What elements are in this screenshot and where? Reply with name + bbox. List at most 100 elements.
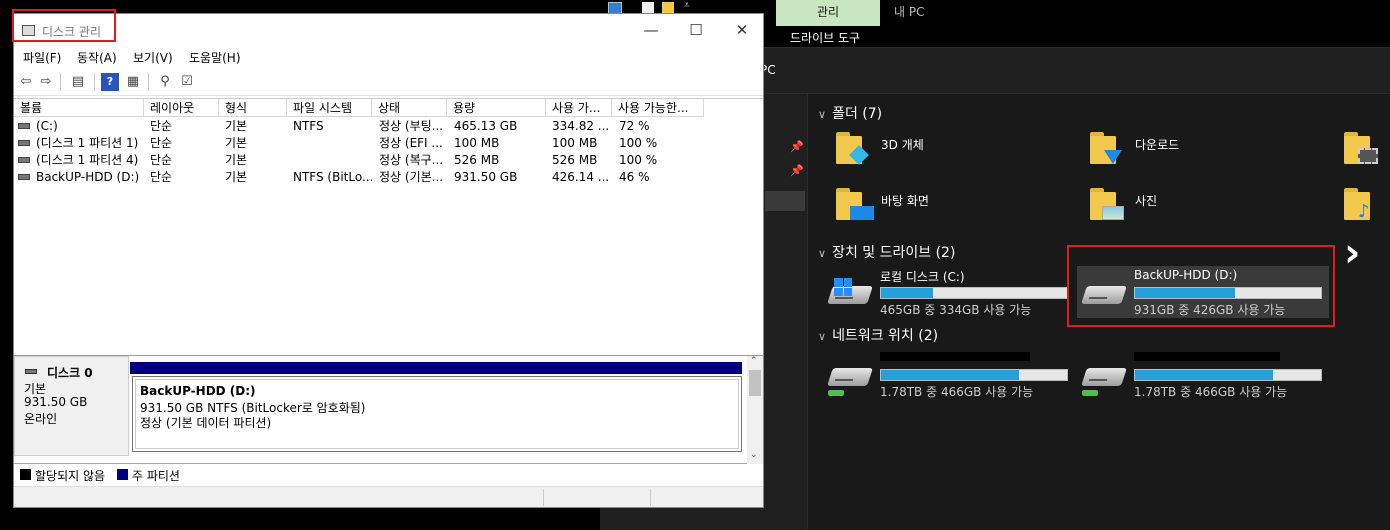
legend-primary: 주 파티션 bbox=[132, 469, 180, 483]
redacted-name bbox=[1134, 352, 1280, 361]
volume-list[interactable]: 볼륨 레이아웃 형식 파일 시스템 상태 용량 사용 가... 사용 가능한..… bbox=[14, 98, 763, 356]
folder-label[interactable]: 다운로드 bbox=[1135, 136, 1179, 153]
cell-status: 정상 (부팅... bbox=[379, 119, 444, 133]
primary-partition-bar bbox=[130, 362, 742, 374]
nav-item-selected[interactable] bbox=[765, 191, 805, 211]
cell-type: 기본 bbox=[225, 119, 248, 133]
col-layout[interactable]: 레이아웃 bbox=[144, 99, 219, 117]
drive-free-space: 1.78TB 중 466GB 사용 가능 bbox=[1134, 385, 1288, 399]
menu-help[interactable]: 도움말(H) bbox=[189, 49, 241, 66]
settings-view-icon[interactable]: ☑ bbox=[178, 73, 196, 91]
col-status[interactable]: 상태 bbox=[372, 99, 447, 117]
col-filesystem[interactable]: 파일 시스템 bbox=[287, 99, 372, 117]
partition-state: 정상 (기본 데이터 파티션) bbox=[140, 416, 272, 430]
partition-d[interactable]: BackUP-HDD (D:) 931.50 GB NTFS (BitLocke… bbox=[132, 376, 742, 452]
disk-0-label[interactable]: 디스크 0 기본 931.50 GB 온라인 bbox=[14, 356, 129, 456]
titlebar[interactable]: 디스크 관리 — ☐ ✕ bbox=[14, 14, 763, 46]
scroll-up-icon[interactable]: ⌃ bbox=[750, 356, 758, 366]
folder-downloads-icon[interactable] bbox=[1090, 132, 1124, 164]
network-drive-2[interactable]: 1.78TB 중 466GB 사용 가능 bbox=[1081, 350, 1332, 400]
legend-unallocated: 할당되지 않음 bbox=[35, 469, 106, 483]
cell-status: 정상 (EFI ... bbox=[379, 136, 443, 150]
tab-manage[interactable]: 관리 bbox=[776, 0, 880, 26]
table-row[interactable]: (디스크 1 파티션 4) 단순 기본 정상 (복구... 526 MB 526 MB 10… bbox=[14, 152, 763, 168]
help-icon[interactable]: ? bbox=[101, 73, 119, 91]
list-view-icon[interactable]: ▤ bbox=[69, 73, 87, 91]
cell-layout: 단순 bbox=[150, 170, 173, 184]
cell-free-pct: 100 % bbox=[619, 153, 658, 167]
cell-free: 100 MB bbox=[552, 136, 598, 150]
menu-view[interactable]: 보기(V) bbox=[133, 49, 173, 66]
menu-file[interactable]: 파일(F) bbox=[23, 49, 61, 66]
col-free-pct[interactable]: 사용 가능한... bbox=[612, 99, 704, 117]
maximize-button[interactable]: ☐ bbox=[686, 20, 706, 40]
drive-usage-bar bbox=[880, 287, 1068, 299]
chevron-down-icon: ∨ bbox=[818, 330, 827, 343]
table-row[interactable]: BackUP-HDD (D:) 단순 기본 NTFS (BitLo... 정상 (기본.… bbox=[14, 169, 763, 185]
chevron-down-icon: ∨ bbox=[818, 247, 827, 260]
tab-this-pc[interactable]: 내 PC bbox=[894, 0, 924, 26]
disk-management-window: 디스크 관리 — ☐ ✕ 파일(F) 동작(A) 보기(V) 도움말(H) ⇦ … bbox=[13, 13, 764, 508]
forward-arrow-icon[interactable]: ⇨ bbox=[37, 73, 55, 91]
scroll-thumb[interactable] bbox=[749, 370, 761, 396]
toolbar: ⇦ ⇨ ▤ ? ▦ ⚲ ☑ bbox=[14, 68, 763, 96]
partition-name: BackUP-HDD (D:) bbox=[140, 384, 256, 398]
menu-action[interactable]: 동작(A) bbox=[77, 49, 117, 66]
back-arrow-icon[interactable]: ⇦ bbox=[17, 73, 35, 91]
table-row[interactable]: (디스크 1 파티션 1) 단순 기본 정상 (EFI ... 100 MB 100 MB… bbox=[14, 135, 763, 151]
drive-c[interactable]: 로컬 디스크 (C:) 465GB 중 334GB 사용 가능 bbox=[827, 268, 1078, 318]
volume-icon bbox=[18, 174, 30, 180]
col-volume[interactable]: 볼륨 bbox=[14, 99, 144, 117]
drive-usage-fill bbox=[881, 288, 934, 298]
status-bar bbox=[14, 486, 763, 507]
properties-view-icon[interactable]: ▦ bbox=[124, 73, 142, 91]
tab-drive-tools[interactable]: 드라이브 도구 bbox=[790, 29, 860, 46]
highlight-title bbox=[12, 9, 116, 42]
chevron-down-icon: ∨ bbox=[818, 108, 827, 121]
cell-type: 기본 bbox=[225, 136, 248, 150]
windows-logo-icon bbox=[834, 278, 852, 296]
devices-section-title: 장치 및 드라이브 (2) bbox=[832, 245, 956, 261]
folder-pictures-icon[interactable] bbox=[1090, 188, 1124, 220]
col-free[interactable]: 사용 가... bbox=[546, 99, 612, 117]
network-drive-icon bbox=[1081, 368, 1127, 386]
folders-section-header[interactable]: ∨ 폴더 (7) bbox=[818, 103, 882, 123]
cell-capacity: 465.13 GB bbox=[454, 119, 518, 133]
col-capacity[interactable]: 용량 bbox=[447, 99, 546, 117]
unallocated-swatch bbox=[20, 469, 31, 480]
drive-free-space: 465GB 중 334GB 사용 가능 bbox=[880, 303, 1032, 317]
cell-status: 정상 (복구... bbox=[379, 153, 444, 167]
customize-dropdown-icon[interactable]: ⩡ bbox=[684, 0, 690, 11]
network-section-header[interactable]: ∨ 네트워크 위치 (2) bbox=[818, 325, 938, 345]
next-arrow-icon: › bbox=[1344, 230, 1361, 276]
cell-status: 정상 (기본... bbox=[379, 170, 444, 184]
connect-icon[interactable]: ⚲ bbox=[156, 73, 174, 91]
devices-section-header[interactable]: ∨ 장치 및 드라이브 (2) bbox=[818, 242, 955, 262]
close-button[interactable]: ✕ bbox=[732, 20, 752, 40]
network-section-title: 네트워크 위치 (2) bbox=[832, 328, 939, 344]
cell-volume: BackUP-HDD (D:) bbox=[36, 170, 140, 184]
cell-capacity: 526 MB bbox=[454, 153, 500, 167]
vertical-scrollbar[interactable]: ⌃ ⌄ bbox=[747, 356, 763, 464]
folder-music-icon[interactable]: ♪ bbox=[1344, 188, 1378, 221]
table-row[interactable]: (C:) 단순 기본 NTFS 정상 (부팅... 465.13 GB 334.82 ...… bbox=[14, 118, 763, 134]
folder-label[interactable]: 사진 bbox=[1135, 192, 1157, 209]
drive-usage-fill bbox=[881, 370, 1019, 380]
folder-3d-objects-icon[interactable] bbox=[836, 132, 870, 165]
folder-label[interactable]: 3D 개체 bbox=[881, 136, 924, 153]
network-drive-1[interactable]: 1.78TB 중 466GB 사용 가능 bbox=[827, 350, 1078, 400]
pin-icon: 📌 bbox=[790, 140, 804, 153]
pin-icon: 📌 bbox=[790, 164, 804, 177]
highlight-drive-d bbox=[1067, 245, 1335, 327]
folder-label[interactable]: 바탕 화면 bbox=[881, 192, 929, 209]
folder-videos-icon[interactable] bbox=[1344, 132, 1378, 164]
minimize-button[interactable]: — bbox=[641, 20, 661, 40]
network-drive-icon bbox=[827, 368, 873, 386]
scroll-down-icon[interactable]: ⌄ bbox=[750, 450, 758, 460]
menu-bar: 파일(F) 동작(A) 보기(V) 도움말(H) bbox=[14, 46, 763, 68]
folder-desktop-icon[interactable] bbox=[836, 188, 874, 220]
col-type[interactable]: 형식 bbox=[219, 99, 287, 117]
volume-icon bbox=[18, 123, 30, 129]
network-connector-icon bbox=[828, 390, 844, 396]
network-connector-icon bbox=[1082, 390, 1098, 396]
